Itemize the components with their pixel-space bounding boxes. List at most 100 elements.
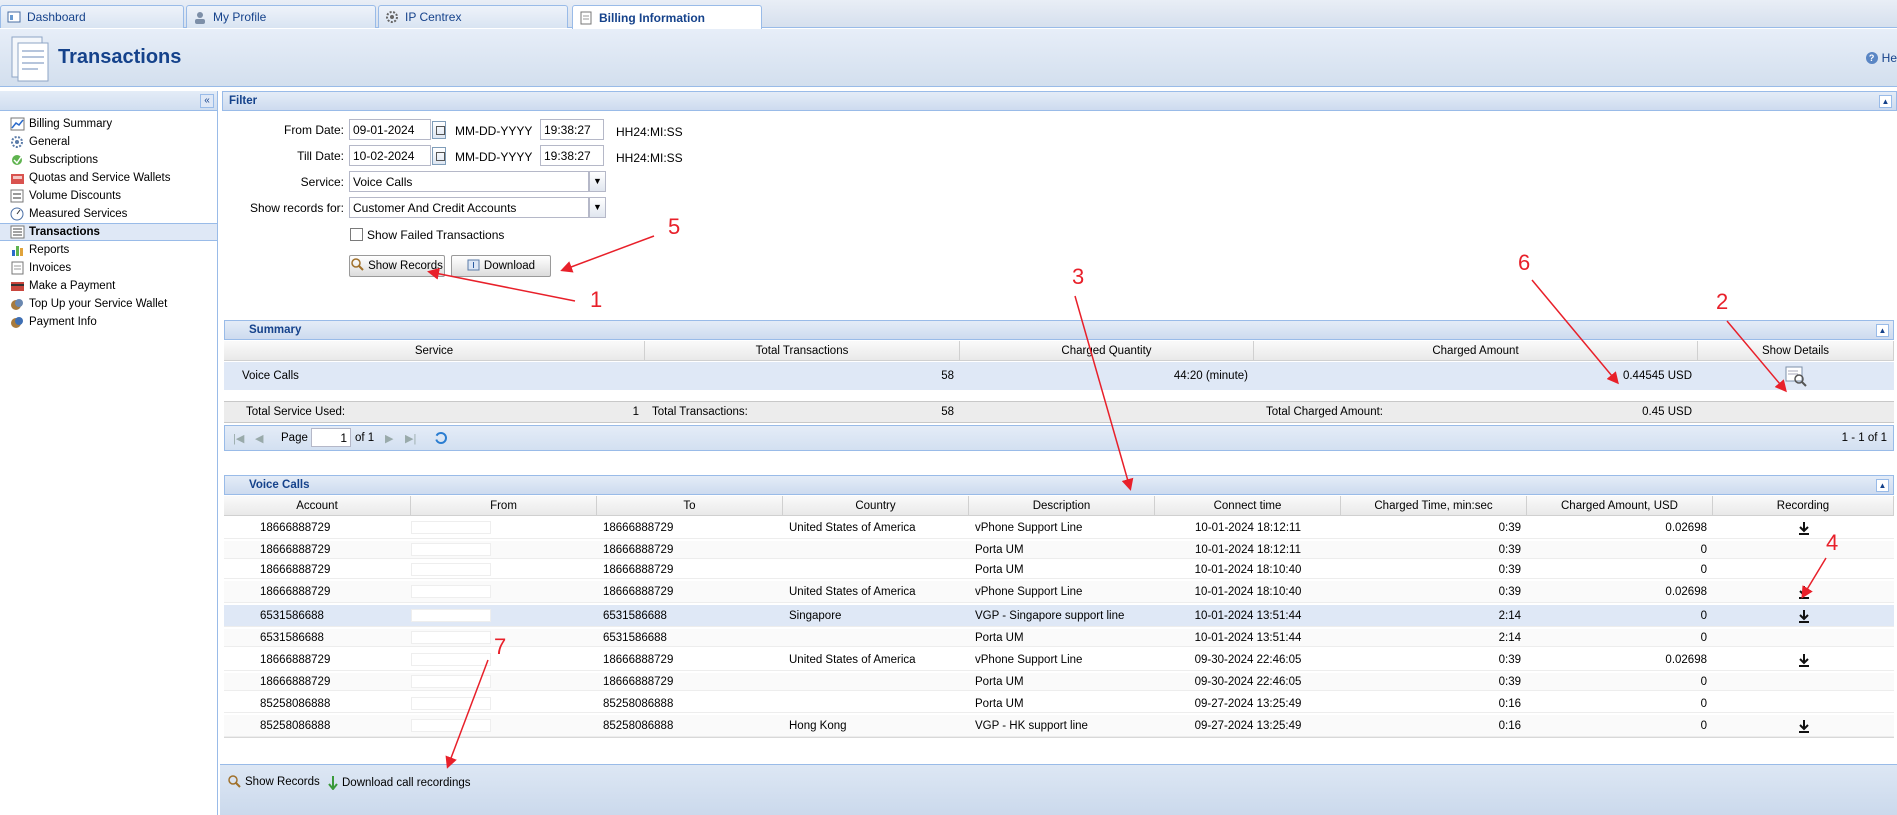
- from-date-input[interactable]: [349, 119, 431, 140]
- sidebar-item-invoices[interactable]: Invoices: [0, 259, 217, 277]
- sidebar-item-measured-services[interactable]: Measured Services: [0, 205, 217, 223]
- cell-from-redacted: [411, 561, 597, 578]
- next-page-icon[interactable]: ▶: [385, 432, 393, 445]
- column-header[interactable]: Connect time: [1155, 496, 1341, 516]
- last-page-icon[interactable]: ▶|: [405, 432, 416, 445]
- table-row[interactable]: 18666888729 18666888729 United States of A…: [224, 517, 1894, 539]
- date-format-hint: MM-DD-YYYY: [455, 124, 533, 138]
- till-date-input[interactable]: [349, 145, 431, 166]
- sidebar-item-quotas[interactable]: Quotas and Service Wallets: [0, 169, 217, 187]
- page-input[interactable]: [311, 428, 351, 447]
- table-row[interactable]: 18666888729 18666888729 Porta UM 10-01-2024…: [224, 561, 1894, 579]
- help-label: He: [1881, 51, 1897, 65]
- column-header[interactable]: Charged Amount: [1254, 341, 1698, 361]
- column-header[interactable]: To: [597, 496, 783, 516]
- collapse-summary-button[interactable]: ▲: [1876, 324, 1889, 337]
- column-header[interactable]: Recording: [1713, 496, 1894, 516]
- cell-desc: VGP - Singapore support line: [975, 609, 1125, 622]
- download-recordings-button[interactable]: Download call recordings: [328, 776, 470, 790]
- table-row[interactable]: 6531586688 6531586688 Porta UM 10-01-2024 1…: [224, 629, 1894, 647]
- footer-show-records-button[interactable]: Show Records: [228, 775, 320, 788]
- first-page-icon[interactable]: |◀: [233, 432, 244, 445]
- column-header[interactable]: Description: [969, 496, 1155, 516]
- page-label: Page: [281, 432, 308, 444]
- cell-from-redacted: [411, 541, 597, 558]
- calendar-icon[interactable]: [432, 147, 446, 165]
- sidebar-item-make-payment[interactable]: Make a Payment: [0, 277, 217, 295]
- records-select[interactable]: [349, 197, 589, 218]
- table-row[interactable]: 18666888729 18666888729 United States of A…: [224, 581, 1894, 603]
- sidebar-item-top-up[interactable]: Top Up your Service Wallet: [0, 295, 217, 313]
- table-row[interactable]: 85258086888 85258086888 Porta UM 09-27-2024…: [224, 695, 1894, 713]
- from-time-input[interactable]: [540, 119, 604, 140]
- cell-amount: 0.02698: [1665, 585, 1707, 598]
- sidebar-item-payment-info[interactable]: Payment Info: [0, 313, 217, 331]
- show-records-button[interactable]: Show Records: [349, 255, 445, 277]
- tab-dashboard[interactable]: Dashboard: [0, 5, 184, 28]
- gauge-icon: [10, 207, 25, 221]
- cell-amount: 0: [1700, 609, 1707, 622]
- cell-amount: 0: [1700, 697, 1707, 710]
- collapse-sidebar-button[interactable]: «: [200, 94, 214, 108]
- payment-info-icon: [10, 315, 25, 329]
- download-recording-icon[interactable]: [1713, 517, 1894, 538]
- show-failed-checkbox[interactable]: [350, 228, 363, 241]
- refresh-icon[interactable]: [433, 430, 449, 449]
- show-details-button[interactable]: [1698, 362, 1894, 390]
- cell-country: [789, 695, 969, 712]
- sidebar-item-billing-summary[interactable]: Billing Summary: [0, 115, 217, 133]
- sidebar-item-subscriptions[interactable]: Subscriptions: [0, 151, 217, 169]
- cell-amount: 0.02698: [1665, 653, 1707, 666]
- sidebar-item-label: Payment Info: [29, 316, 97, 328]
- chevron-down-icon[interactable]: ▼: [589, 171, 606, 192]
- cell-from-redacted: [411, 715, 597, 736]
- till-time-input[interactable]: [540, 145, 604, 166]
- cell-time: 10-01-2024 18:12:11: [1195, 543, 1301, 556]
- chevron-down-icon[interactable]: ▼: [589, 197, 606, 218]
- sidebar-item-general[interactable]: General: [0, 133, 217, 151]
- table-row[interactable]: 6531586688 6531586688 Singapore VGP - Singa…: [224, 605, 1894, 627]
- tab-billing-information[interactable]: Billing Information: [572, 5, 762, 29]
- magnifier-icon: [351, 258, 364, 274]
- calendar-icon[interactable]: [432, 121, 446, 139]
- tab-ip-centrex[interactable]: IP Centrex: [378, 5, 568, 28]
- download-recording-icon[interactable]: [1713, 649, 1894, 670]
- column-header[interactable]: From: [411, 496, 597, 516]
- sidebar-item-reports[interactable]: Reports: [0, 241, 217, 259]
- collapse-filter-button[interactable]: ▲: [1879, 95, 1892, 108]
- column-header[interactable]: Total Transactions: [645, 341, 960, 361]
- collapse-calls-button[interactable]: ▲: [1876, 479, 1889, 492]
- table-row[interactable]: 18666888729 18666888729 United States of A…: [224, 649, 1894, 671]
- cell-desc: VGP - HK support line: [975, 719, 1088, 732]
- subscription-icon: [10, 153, 25, 167]
- cell-to: 18666888729: [603, 521, 674, 534]
- download-recording-icon[interactable]: [1713, 605, 1894, 626]
- cell-to: 85258086888: [603, 697, 674, 710]
- download-button[interactable]: Download: [451, 255, 551, 277]
- column-header[interactable]: Service: [224, 341, 645, 361]
- column-header[interactable]: Account: [224, 496, 411, 516]
- table-row[interactable]: 18666888729 18666888729 Porta UM 09-30-2024…: [224, 673, 1894, 691]
- column-header[interactable]: Charged Time, min:sec: [1341, 496, 1527, 516]
- bar-chart-icon: [10, 243, 25, 257]
- annotation-5: 5: [668, 214, 681, 239]
- cell-account: 18666888729: [260, 543, 331, 556]
- sidebar-item-volume-discounts[interactable]: Volume Discounts: [0, 187, 217, 205]
- download-recording-icon[interactable]: [1713, 581, 1894, 602]
- service-select[interactable]: [349, 171, 589, 192]
- sidebar-item-transactions[interactable]: Transactions: [0, 223, 217, 241]
- column-header[interactable]: Charged Amount, USD: [1527, 496, 1713, 516]
- download-recording-icon[interactable]: [1713, 715, 1894, 736]
- table-row[interactable]: 85258086888 85258086888 Hong Kong VGP - HK …: [224, 715, 1894, 737]
- details-magnifier-icon: [1785, 366, 1807, 387]
- column-header[interactable]: Charged Quantity: [960, 341, 1254, 361]
- cell-time: 09-27-2024 13:25:49: [1194, 719, 1302, 732]
- column-header[interactable]: Show Details: [1698, 341, 1894, 361]
- prev-page-icon[interactable]: ◀: [255, 432, 263, 445]
- summary-row[interactable]: Voice Calls 58 44:20 (minute) 0.44545 US…: [224, 362, 1894, 390]
- bottom-toolbar: Show Records Download call recordings: [220, 764, 1897, 815]
- table-row[interactable]: 18666888729 18666888729 Porta UM 10-01-2024…: [224, 541, 1894, 559]
- column-header[interactable]: Country: [783, 496, 969, 516]
- tab-my-profile[interactable]: My Profile: [186, 5, 376, 28]
- help-link[interactable]: ? He: [1865, 51, 1897, 65]
